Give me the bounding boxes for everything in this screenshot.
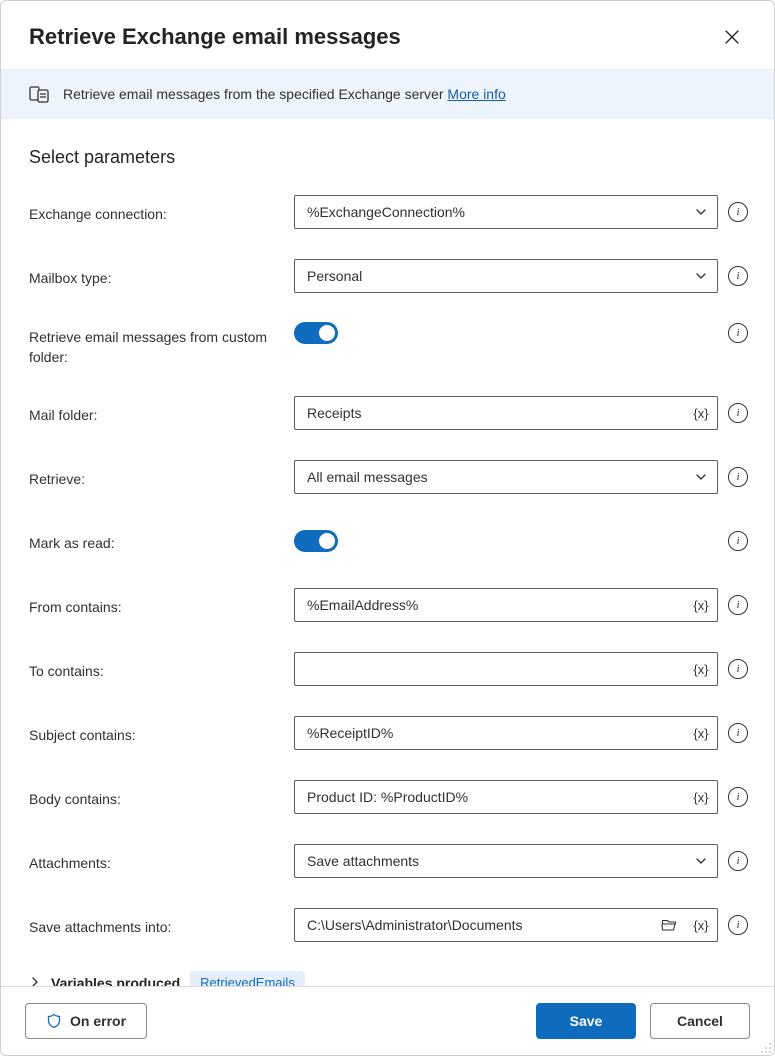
close-icon — [725, 30, 739, 44]
on-error-button[interactable]: On error — [25, 1003, 147, 1039]
label-custom-folder: Retrieve email messages from custom fold… — [29, 322, 294, 367]
param-mailbox-type: Mailbox type: Personal i — [29, 258, 748, 294]
info-icon[interactable]: i — [728, 787, 748, 807]
folder-open-icon — [661, 917, 677, 933]
chevron-right-icon — [29, 976, 41, 986]
info-icon[interactable]: i — [728, 531, 748, 551]
variable-token-button[interactable]: {x} — [685, 589, 717, 621]
label-from-contains: From contains: — [29, 592, 294, 618]
param-to-contains: To contains: {x} i — [29, 651, 748, 687]
label-mark-as-read: Mark as read: — [29, 528, 294, 554]
select-mailbox-type[interactable]: Personal — [294, 259, 718, 293]
label-retrieve: Retrieve: — [29, 464, 294, 490]
info-icon[interactable]: i — [728, 266, 748, 286]
label-to-contains: To contains: — [29, 656, 294, 682]
param-attachments: Attachments: Save attachments i — [29, 843, 748, 879]
dialog-footer: On error Save Cancel — [1, 986, 774, 1055]
info-icon[interactable]: i — [728, 403, 748, 423]
param-exchange-connection: Exchange connection: %ExchangeConnection… — [29, 194, 748, 230]
toggle-custom-folder[interactable] — [294, 322, 338, 344]
section-title: Select parameters — [29, 147, 748, 168]
info-banner: Retrieve email messages from the specifi… — [1, 69, 774, 119]
info-icon[interactable]: i — [728, 595, 748, 615]
input-to-contains[interactable] — [295, 653, 685, 685]
resize-grip[interactable] — [760, 1041, 772, 1053]
browse-folder-button[interactable] — [653, 909, 685, 941]
input-body-contains[interactable] — [295, 781, 685, 813]
info-icon[interactable]: i — [728, 851, 748, 871]
chevron-down-icon — [685, 461, 717, 493]
param-from-contains: From contains: {x} i — [29, 587, 748, 623]
label-mailbox-type: Mailbox type: — [29, 263, 294, 289]
chevron-down-icon — [685, 196, 717, 228]
variables-produced-row: Variables produced RetrievedEmails — [29, 971, 748, 986]
cancel-button[interactable]: Cancel — [650, 1003, 750, 1039]
label-subject-contains: Subject contains: — [29, 720, 294, 746]
expand-variables-toggle[interactable] — [29, 975, 41, 986]
variable-token-button[interactable]: {x} — [685, 397, 717, 429]
dialog: Retrieve Exchange email messages Retriev… — [0, 0, 775, 1056]
dialog-header: Retrieve Exchange email messages — [1, 1, 774, 69]
variable-token-button[interactable]: {x} — [685, 653, 717, 685]
label-save-into: Save attachments into: — [29, 912, 294, 938]
select-retrieve[interactable]: All email messages — [294, 460, 718, 494]
param-mark-as-read: Mark as read: i — [29, 523, 748, 559]
input-save-into[interactable] — [295, 909, 653, 941]
param-body-contains: Body contains: {x} i — [29, 779, 748, 815]
label-attachments: Attachments: — [29, 848, 294, 874]
toggle-mark-as-read[interactable] — [294, 530, 338, 552]
close-button[interactable] — [716, 21, 748, 53]
info-icon[interactable]: i — [728, 202, 748, 222]
input-mail-folder[interactable] — [295, 397, 685, 429]
chevron-down-icon — [685, 845, 717, 877]
more-info-link[interactable]: More info — [447, 86, 505, 102]
banner-text: Retrieve email messages from the specifi… — [63, 86, 506, 102]
input-from-contains[interactable] — [295, 589, 685, 621]
select-exchange-connection[interactable]: %ExchangeConnection% — [294, 195, 718, 229]
footer-right: Save Cancel — [536, 1003, 750, 1039]
param-custom-folder: Retrieve email messages from custom fold… — [29, 322, 748, 367]
label-mail-folder: Mail folder: — [29, 400, 294, 426]
info-icon[interactable]: i — [728, 467, 748, 487]
save-button[interactable]: Save — [536, 1003, 636, 1039]
label-exchange-connection: Exchange connection: — [29, 199, 294, 225]
variable-pill[interactable]: RetrievedEmails — [190, 971, 305, 986]
dialog-title: Retrieve Exchange email messages — [29, 24, 401, 50]
shield-icon — [46, 1013, 62, 1029]
variable-token-button[interactable]: {x} — [685, 781, 717, 813]
param-subject-contains: Subject contains: {x} i — [29, 715, 748, 751]
param-save-into: Save attachments into: {x} i — [29, 907, 748, 943]
param-mail-folder: Mail folder: {x} i — [29, 395, 748, 431]
content: Select parameters Exchange connection: %… — [1, 119, 774, 986]
info-icon[interactable]: i — [728, 323, 748, 343]
select-attachments[interactable]: Save attachments — [294, 844, 718, 878]
info-icon[interactable]: i — [728, 659, 748, 679]
info-icon[interactable]: i — [728, 915, 748, 935]
action-icon — [29, 84, 49, 104]
label-body-contains: Body contains: — [29, 784, 294, 810]
variable-token-button[interactable]: {x} — [685, 717, 717, 749]
variable-token-button[interactable]: {x} — [685, 909, 717, 941]
param-retrieve: Retrieve: All email messages i — [29, 459, 748, 495]
input-subject-contains[interactable] — [295, 717, 685, 749]
info-icon[interactable]: i — [728, 723, 748, 743]
variables-produced-label: Variables produced — [51, 975, 180, 986]
chevron-down-icon — [685, 260, 717, 292]
